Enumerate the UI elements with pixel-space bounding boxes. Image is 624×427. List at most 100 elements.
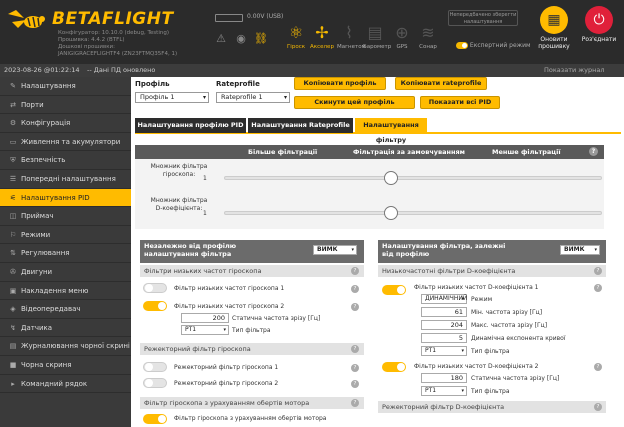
- right-panel-title: Налаштування фільтра, залежні від профіл…: [382, 242, 506, 258]
- dterm-lowpass2-type-label: Тип фільтра: [471, 388, 510, 395]
- gyro-lowpass2-label: Фільтр низьких частот гіроскопа 2: [174, 303, 285, 310]
- gyro-notch2-help-icon[interactable]: ?: [351, 380, 359, 388]
- sidebar-item-12[interactable]: ◈ Відеопередавач: [0, 300, 131, 319]
- update-firmware-button[interactable]: ▦ Оновити прошивку: [533, 6, 575, 50]
- disconnect-button[interactable]: ⏻ Роз'єднати: [578, 6, 620, 43]
- dterm-slider-value: 1: [203, 210, 207, 217]
- app-logo-text: BETAFLIGHT: [52, 9, 174, 29]
- sidebar-item-4[interactable]: ⛨ Безпечність: [0, 151, 131, 170]
- battery-icon: [215, 14, 243, 22]
- sidebar-item-8[interactable]: ⚐ Режими: [0, 226, 131, 245]
- gear-icon: ⚙: [9, 119, 17, 128]
- dterm-lowpass2-freq-input[interactable]: 180: [421, 373, 467, 383]
- sidebar-item-label: Живлення та акумулятори: [21, 137, 121, 146]
- sidebar-item-3[interactable]: ▭ Живлення та акумулятори: [0, 133, 131, 152]
- sidebar-item-5[interactable]: ☰ Попередні налаштування: [0, 170, 131, 189]
- gyro-notch1-help-icon[interactable]: ?: [351, 364, 359, 372]
- board-label: Дошкові прошивки:: [58, 44, 115, 50]
- rpm-filter-toggle[interactable]: [143, 414, 167, 424]
- sidebar-item-13[interactable]: ↯ Датчика: [0, 319, 131, 338]
- chip-icon: ▦: [540, 6, 568, 34]
- ports-icon: ⇄: [10, 100, 16, 109]
- gyro-lowpass-help-icon[interactable]: ?: [351, 267, 359, 275]
- gyro-lowpass2-help-icon[interactable]: ?: [351, 303, 359, 311]
- sidebar-item-6[interactable]: ⚟ Налаштування PID: [0, 188, 131, 208]
- dterm-slider-knob[interactable]: [384, 206, 398, 220]
- sidebar-item-label: Порти: [21, 100, 44, 109]
- dterm-lowpass1-help-icon[interactable]: ?: [594, 284, 602, 292]
- dterm-lowpass1-toggle[interactable]: [382, 285, 406, 295]
- dterm-filter-slider[interactable]: [224, 211, 602, 215]
- mag-icon: ⌇: [345, 23, 353, 42]
- rpm-filter-help-icon[interactable]: ?: [351, 399, 359, 407]
- sidebar-item-label: Датчика: [21, 323, 53, 332]
- copy-rateprofile-button[interactable]: Копіювати rateprofile: [395, 77, 487, 90]
- gyro-notch2-toggle[interactable]: [143, 378, 167, 388]
- sensor-gps: ⊕ GPS: [390, 22, 414, 56]
- expert-mode-toggle[interactable]: Експертний режим: [456, 42, 531, 49]
- expert-toggle-switch[interactable]: [456, 42, 468, 49]
- rateprofile-select[interactable]: Rateprofile 1: [216, 92, 290, 103]
- dterm-lowpass1-mode-select[interactable]: ДИНАМІЧНИЙ: [421, 294, 467, 304]
- dterm-lowpass2-freq-label: Статична частота зрізу [Гц]: [471, 375, 560, 382]
- dterm-lowpass1-max-input[interactable]: 204: [421, 320, 467, 330]
- sidebar-item-2[interactable]: ⚙ Конфігурація: [0, 114, 131, 133]
- profile-select[interactable]: Профіль 1: [135, 92, 209, 103]
- tab-pid-profile[interactable]: Налаштування профілю PID: [135, 118, 246, 133]
- copy-profile-button[interactable]: Копіювати профіль: [294, 77, 386, 90]
- app-header: BETAFLIGHT Конфігуратор: 10.10.0 (debug,…: [0, 0, 624, 64]
- left-filter-dropdown[interactable]: ВИМК: [313, 245, 357, 255]
- gyro-lowpass2-type-label: Тип фільтра: [232, 327, 271, 334]
- reset-profile-button[interactable]: Скинути цей профіль: [294, 96, 415, 109]
- slider-help-icon[interactable]: ?: [589, 147, 598, 156]
- sidebar-item-10[interactable]: ✇ Двигуни: [0, 263, 131, 282]
- status-datetime: 2023-08-26 @01:22:14: [4, 66, 80, 74]
- dterm-lowpass1-min-input[interactable]: 61: [421, 307, 467, 317]
- dterm-lowpass1-expo-label: Динамічна експонента кривої: [471, 335, 566, 342]
- sidebar-item-label: Приймач: [21, 212, 54, 221]
- gyro-lowpass1-help-icon[interactable]: ?: [351, 285, 359, 293]
- sidebar-item-7[interactable]: ◫ Приймач: [0, 207, 131, 226]
- dterm-lowpass2-type-select[interactable]: PT1: [421, 386, 467, 396]
- gyro-lowpass2-toggle[interactable]: [143, 301, 167, 311]
- sidebar-item-label: Режими: [21, 230, 51, 239]
- dterm-lowpass-help-icon[interactable]: ?: [594, 267, 602, 275]
- right-panel-header: Налаштування фільтра, залежні від профіл…: [378, 240, 606, 263]
- gyro-lowpass-section: Фільтри низьких частот гіроскопа: [140, 265, 364, 277]
- right-filter-dropdown[interactable]: ВИМК: [560, 245, 600, 255]
- sidebar-item-16[interactable]: ▸ Командний рядок: [0, 375, 131, 394]
- gyro-notch-help-icon[interactable]: ?: [351, 345, 359, 353]
- dterm-lowpass2-toggle[interactable]: [382, 362, 406, 372]
- gyro-lowpass1-label: Фільтр низьких частот гіроскопа 1: [174, 285, 285, 292]
- accel-icon: ✢: [315, 23, 329, 42]
- dterm-notch-help-icon[interactable]: ?: [594, 403, 602, 411]
- receiver-icon: ◫: [9, 212, 17, 221]
- sidebar-item-14[interactable]: ▤ Журналювання чорної скрині: [0, 337, 131, 356]
- sensor-icon: ↯: [10, 323, 16, 332]
- tab-rateprofile[interactable]: Налаштування Rateprofile: [248, 118, 353, 133]
- presets-icon: ☰: [9, 174, 17, 183]
- dterm-lowpass2-label: Фільтр низьких частот D-коефіцієнта 2: [414, 363, 539, 370]
- sidebar-item-1[interactable]: ⇄ Порти: [0, 96, 131, 115]
- dterm-lowpass1-label: Фільтр низьких частот D-коефіцієнта 1: [414, 284, 539, 291]
- gyro-notch1-toggle[interactable]: [143, 362, 167, 372]
- gyro-lowpass1-toggle[interactable]: [143, 283, 167, 293]
- gyro-lowpass2-type-select[interactable]: PT1: [181, 325, 229, 335]
- sensor-sonar: ≋ Сонар: [416, 22, 440, 56]
- sidebar: ✎ Налаштування ⇄ Порти ⚙ Конфігурація ▭ Живленн…: [0, 77, 131, 427]
- gyro-lowpass2-freq-input[interactable]: 200: [181, 313, 229, 323]
- sidebar-item-0[interactable]: ✎ Налаштування: [0, 77, 131, 96]
- sidebar-item-9[interactable]: ⇅ Регулювання: [0, 244, 131, 263]
- battery-voltage: 0.00V (USB): [247, 13, 284, 20]
- show-all-pid-button[interactable]: Показати всі PID: [420, 96, 500, 109]
- gyro-filter-slider[interactable]: [224, 176, 602, 180]
- sidebar-item-label: Журналювання чорної скрині: [21, 342, 130, 351]
- sensor-baro: ▤ Барометр: [363, 23, 392, 50]
- sidebar-item-11[interactable]: ▣ Накладення меню: [0, 282, 131, 301]
- dterm-lowpass1-expo-input[interactable]: 5: [421, 333, 467, 343]
- tab-filter-settings[interactable]: Налаштування фільтру: [355, 118, 427, 144]
- dterm-lowpass1-type-select[interactable]: PT1: [421, 346, 467, 356]
- sidebar-item-15[interactable]: ■ Чорна скриня: [0, 356, 131, 375]
- gyro-slider-knob[interactable]: [384, 171, 398, 185]
- dterm-lowpass2-help-icon[interactable]: ?: [594, 363, 602, 371]
